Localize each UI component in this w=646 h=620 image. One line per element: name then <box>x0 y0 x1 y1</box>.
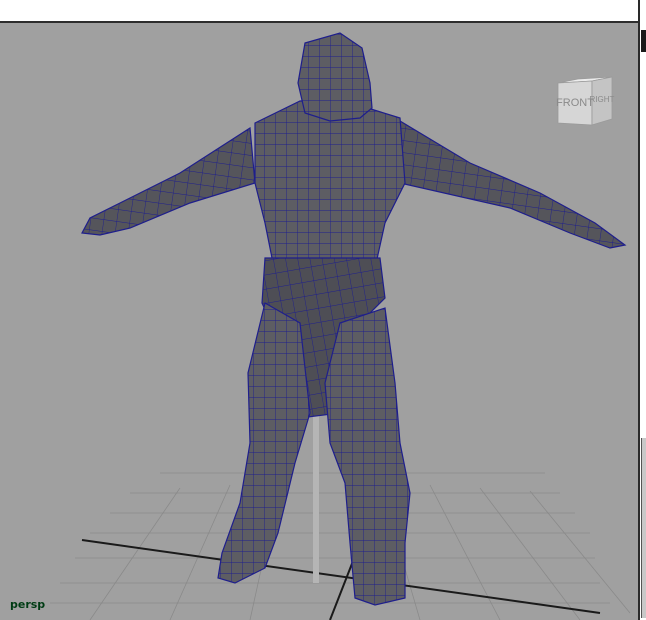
ground-grid <box>50 472 631 620</box>
right-panel-divider <box>638 0 640 620</box>
perspective-viewport[interactable]: FRONT RIGHT persp <box>0 23 638 620</box>
grid-axes <box>81 537 601 620</box>
support-pole <box>313 413 319 583</box>
panel-splitter-handle[interactable] <box>641 30 646 52</box>
camera-name-label: persp <box>10 598 46 611</box>
top-toolbar-area <box>0 0 646 22</box>
view-cube-right-label: RIGHT <box>590 95 615 104</box>
character-mesh <box>81 32 627 606</box>
adjacent-panel-strip <box>641 438 646 618</box>
view-cube-icon: FRONT RIGHT <box>556 76 615 126</box>
view-cube-front-label: FRONT <box>556 97 594 109</box>
viewport-scene <box>50 32 631 620</box>
view-cube[interactable]: FRONT RIGHT <box>552 75 616 129</box>
